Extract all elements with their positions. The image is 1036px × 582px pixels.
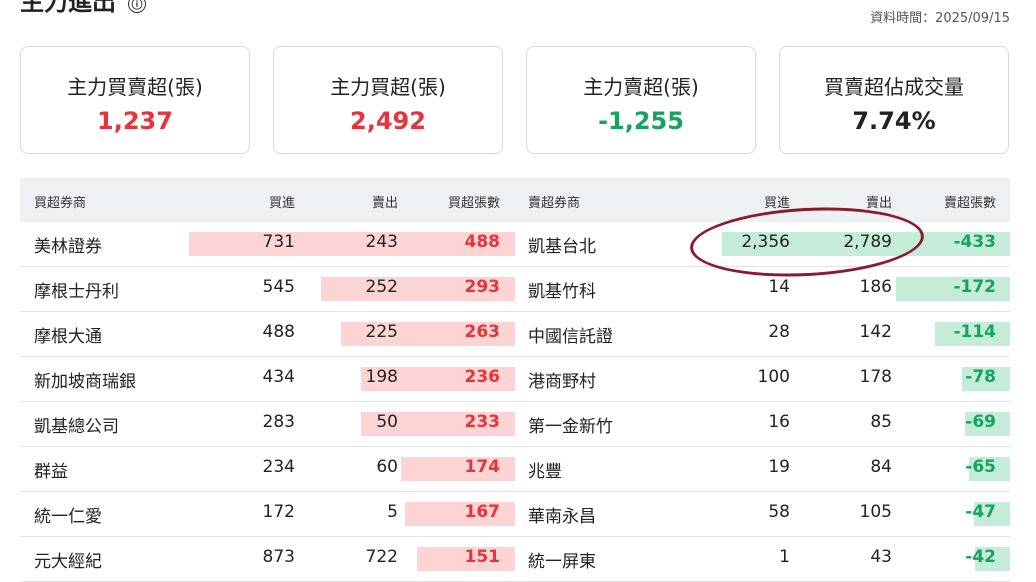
sell-broker-buy: 58 (768, 502, 790, 522)
table-row[interactable]: 群益 234 60 174 兆豐 19 84 -65 (20, 447, 1010, 492)
table-row[interactable]: 新加坡商瑞銀 434 198 236 港商野村 100 178 -78 (20, 357, 1010, 402)
card-title: 主力賣超(張) (583, 75, 699, 99)
buy-broker-buy: 234 (262, 457, 295, 477)
buy-broker-name[interactable]: 凱基總公司 (34, 412, 119, 437)
header-buy-sell[interactable]: 賣出 (372, 192, 398, 211)
table-row[interactable]: 摩根士丹利 545 252 293 凱基竹科 14 186 -172 (20, 267, 1010, 312)
sell-broker-name[interactable]: 第一金新竹 (528, 412, 613, 437)
buy-broker-net: 263 (464, 322, 501, 342)
sell-broker-name[interactable]: 統一屏東 (528, 547, 596, 572)
table-body: 美林證券 731 243 488 凱基台北 2,356 2,789 -433 摩根士丹利 545 2… (20, 222, 1010, 582)
buy-broker-sell: 225 (365, 322, 398, 342)
buy-broker-name[interactable]: 新加坡商瑞銀 (34, 367, 136, 392)
sell-broker-sell: 105 (859, 502, 892, 522)
sell-broker-net: -114 (953, 322, 996, 342)
buy-broker-name[interactable]: 統一仁愛 (34, 502, 102, 527)
sell-broker-sell: 84 (870, 457, 892, 477)
buy-broker-sell: 198 (365, 367, 398, 387)
buy-broker-sell: 50 (376, 412, 398, 432)
sell-broker-name[interactable]: 港商野村 (528, 367, 596, 392)
table-row[interactable]: 凱基總公司 283 50 233 第一金新竹 16 85 -69 (20, 402, 1010, 447)
card-title: 主力買超(張) (330, 75, 446, 99)
card-buy-total: 主力買超(張) 2,492 (273, 46, 503, 154)
buy-broker-buy: 283 (262, 412, 295, 432)
buy-broker-name[interactable]: 群益 (34, 457, 68, 482)
table-row[interactable]: 統一仁愛 172 5 167 華南永昌 58 105 -47 (20, 492, 1010, 537)
sell-broker-buy: 100 (757, 367, 790, 387)
sell-broker-net: -172 (953, 277, 996, 297)
page-title: 主力進出 ⓘ (20, 0, 146, 17)
card-net-buysell: 主力買賣超(張) 1,237 (20, 46, 250, 154)
sell-broker-sell: 186 (859, 277, 892, 297)
header-sell-buy[interactable]: 買進 (764, 192, 790, 211)
card-title: 買賣超佔成交量 (824, 75, 964, 99)
buy-broker-name[interactable]: 摩根大通 (34, 322, 102, 347)
buy-broker-buy: 873 (262, 547, 295, 567)
sell-broker-net: -78 (965, 367, 996, 387)
header-buy-net[interactable]: 買超張數 (448, 192, 500, 211)
buy-broker-name[interactable]: 美林證券 (34, 232, 102, 257)
sell-broker-name[interactable]: 凱基竹科 (528, 277, 596, 302)
buy-broker-buy: 172 (262, 502, 295, 522)
card-value: 1,237 (97, 107, 173, 135)
sell-broker-net: -47 (965, 502, 996, 522)
buy-broker-net: 151 (464, 547, 501, 567)
buy-broker-sell: 252 (365, 277, 398, 297)
buy-broker-name[interactable]: 元大經紀 (34, 547, 102, 572)
buy-broker-buy: 488 (262, 322, 295, 342)
info-icon[interactable]: ⓘ (128, 0, 146, 13)
sell-broker-net: -42 (965, 547, 996, 567)
buy-broker-net: 167 (464, 502, 501, 522)
sell-broker-name[interactable]: 凱基台北 (528, 232, 596, 257)
sell-broker-sell: 178 (859, 367, 892, 387)
buy-broker-net: 174 (464, 457, 501, 477)
buy-broker-sell: 722 (365, 547, 398, 567)
summary-cards: 主力買賣超(張) 1,237 主力買超(張) 2,492 主力賣超(張) -1,… (20, 46, 1010, 156)
header-sell-net[interactable]: 賣超張數 (944, 192, 996, 211)
card-value: 2,492 (350, 107, 426, 135)
buy-broker-net: 293 (464, 277, 501, 297)
buy-broker-net: 236 (464, 367, 501, 387)
sell-broker-sell: 85 (870, 412, 892, 432)
card-sell-total: 主力賣超(張) -1,255 (526, 46, 756, 154)
page-title-text: 主力進出 (20, 0, 116, 16)
sell-broker-sell: 142 (859, 322, 892, 342)
sell-broker-name[interactable]: 兆豐 (528, 457, 562, 482)
card-title: 主力買賣超(張) (67, 75, 203, 99)
sell-broker-buy: 28 (768, 322, 790, 342)
sell-broker-buy: 16 (768, 412, 790, 432)
card-value: -1,255 (598, 107, 684, 135)
sell-broker-net: -433 (953, 232, 996, 252)
buy-broker-net: 488 (464, 232, 501, 252)
sell-broker-name[interactable]: 中國信託證 (528, 322, 613, 347)
buy-broker-buy: 434 (262, 367, 295, 387)
table-row[interactable]: 摩根大通 488 225 263 中國信託證 28 142 -114 (20, 312, 1010, 357)
buy-broker-buy: 545 (262, 277, 295, 297)
table-row[interactable]: 元大經紀 873 722 151 統一屏東 1 43 -42 (20, 537, 1010, 582)
header-buy-broker[interactable]: 買超券商 (34, 192, 86, 211)
sell-broker-buy: 14 (768, 277, 790, 297)
card-value: 7.74% (852, 107, 936, 135)
buy-broker-name[interactable]: 摩根士丹利 (34, 277, 119, 302)
sell-broker-sell: 43 (870, 547, 892, 567)
data-time-label: 資料時間：2025/09/15 (870, 11, 1010, 26)
buy-broker-buy: 731 (262, 232, 295, 252)
header-sell-sell[interactable]: 賣出 (866, 192, 892, 211)
buy-broker-sell: 243 (365, 232, 398, 252)
header-sell-broker[interactable]: 賣超券商 (528, 192, 580, 211)
sell-broker-buy: 1 (779, 547, 790, 567)
card-volume-ratio: 買賣超佔成交量 7.74% (779, 46, 1009, 154)
sell-broker-name[interactable]: 華南永昌 (528, 502, 596, 527)
sell-broker-net: -65 (965, 457, 996, 477)
buy-broker-net: 233 (464, 412, 501, 432)
sell-broker-buy: 19 (768, 457, 790, 477)
buy-broker-sell: 60 (376, 457, 398, 477)
buy-broker-sell: 5 (387, 502, 398, 522)
header-buy-buy[interactable]: 買進 (269, 192, 295, 211)
sell-broker-net: -69 (965, 412, 996, 432)
